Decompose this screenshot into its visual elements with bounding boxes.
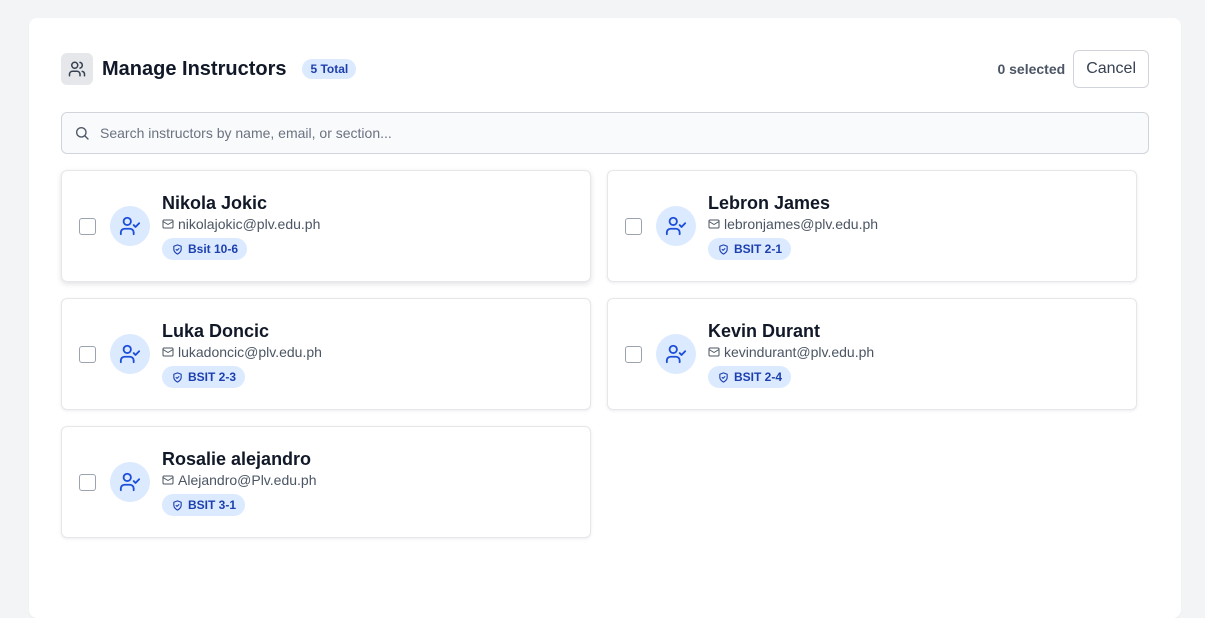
instructor-name: Lebron James <box>708 193 831 213</box>
shield-check-icon <box>172 243 183 255</box>
instructor-name: Luka Doncic <box>162 321 270 341</box>
instructor-email-row: lukadoncic@plv.edu.ph <box>162 344 322 360</box>
instructor-name: Rosalie alejandro <box>162 449 312 469</box>
instructor-email: lebronjames@plv.edu.ph <box>724 216 879 232</box>
select-checkbox[interactable] <box>79 345 96 363</box>
page-title: Manage Instructors <box>102 57 287 80</box>
instructor-email: Alejandro@Plv.edu.ph <box>178 472 317 488</box>
section-badge: BSIT 2-1 <box>708 238 792 260</box>
select-checkbox[interactable] <box>79 217 96 235</box>
select-checkbox[interactable] <box>79 473 96 491</box>
section-badge: BSIT 2-3 <box>162 366 246 388</box>
user-check-icon <box>110 462 150 502</box>
user-check-icon <box>110 206 150 246</box>
instructor-info: Nikola Jokic nikolajokic@plv.edu.ph Bsit… <box>162 192 320 260</box>
users-icon <box>61 53 93 85</box>
mail-icon <box>162 474 174 486</box>
instructor-email-row: Alejandro@Plv.edu.ph <box>162 472 316 488</box>
section-label: BSIT 2-3 <box>188 370 237 384</box>
mail-icon <box>708 346 720 358</box>
shield-check-icon <box>718 243 729 255</box>
instructor-email-row: nikolajokic@plv.edu.ph <box>162 216 320 232</box>
instructor-email: kevindurant@plv.edu.ph <box>724 344 875 360</box>
instructor-email: nikolajokic@plv.edu.ph <box>178 216 321 232</box>
mail-icon <box>162 346 174 358</box>
section-label: BSIT 2-1 <box>734 242 783 256</box>
cancel-button[interactable]: Cancel <box>1073 50 1149 88</box>
total-count-badge: 5 Total <box>302 59 357 79</box>
instructor-card[interactable]: Rosalie alejandro Alejandro@Plv.edu.ph B… <box>61 426 591 538</box>
instructor-email: lukadoncic@plv.edu.ph <box>178 344 322 360</box>
selected-count: 0 selected <box>997 61 1066 77</box>
user-check-icon <box>656 334 696 374</box>
select-checkbox[interactable] <box>625 345 642 363</box>
shield-check-icon <box>172 371 183 383</box>
search-bar <box>61 112 1149 154</box>
instructor-info: Luka Doncic lukadoncic@plv.edu.ph BSIT 2… <box>162 320 322 388</box>
shield-check-icon <box>172 499 183 511</box>
instructor-card[interactable]: Lebron James lebronjames@plv.edu.ph BSIT… <box>607 170 1137 282</box>
search-icon <box>74 125 90 141</box>
section-badge: BSIT 3-1 <box>162 494 246 516</box>
shield-check-icon <box>718 371 729 383</box>
instructor-grid: Nikola Jokic nikolajokic@plv.edu.ph Bsit… <box>61 170 1137 538</box>
manage-instructors-panel: Manage Instructors 5 Total 0 selected Ca… <box>29 18 1181 618</box>
instructor-name: Kevin Durant <box>708 321 821 341</box>
section-label: BSIT 3-1 <box>188 498 237 512</box>
mail-icon <box>708 218 720 230</box>
select-checkbox[interactable] <box>625 217 642 235</box>
section-badge: BSIT 2-4 <box>708 366 792 388</box>
instructor-info: Lebron James lebronjames@plv.edu.ph BSIT… <box>708 192 878 260</box>
panel-header: Manage Instructors 5 Total 0 selected Ca… <box>61 50 1149 88</box>
section-label: BSIT 2-4 <box>734 370 783 384</box>
instructor-name: Nikola Jokic <box>162 193 268 213</box>
instructor-info: Kevin Durant kevindurant@plv.edu.ph BSIT… <box>708 320 874 388</box>
instructor-email-row: kevindurant@plv.edu.ph <box>708 344 874 360</box>
instructor-info: Rosalie alejandro Alejandro@Plv.edu.ph B… <box>162 448 316 516</box>
section-label: Bsit 10-6 <box>188 242 239 256</box>
mail-icon <box>162 218 174 230</box>
section-badge: Bsit 10-6 <box>162 238 248 260</box>
instructor-card[interactable]: Kevin Durant kevindurant@plv.edu.ph BSIT… <box>607 298 1137 410</box>
instructor-card[interactable]: Luka Doncic lukadoncic@plv.edu.ph BSIT 2… <box>61 298 591 410</box>
instructor-card[interactable]: Nikola Jokic nikolajokic@plv.edu.ph Bsit… <box>61 170 591 282</box>
search-input[interactable] <box>100 114 1148 152</box>
instructor-email-row: lebronjames@plv.edu.ph <box>708 216 878 232</box>
user-check-icon <box>656 206 696 246</box>
user-check-icon <box>110 334 150 374</box>
header-actions: 0 selected Cancel <box>997 50 1149 88</box>
